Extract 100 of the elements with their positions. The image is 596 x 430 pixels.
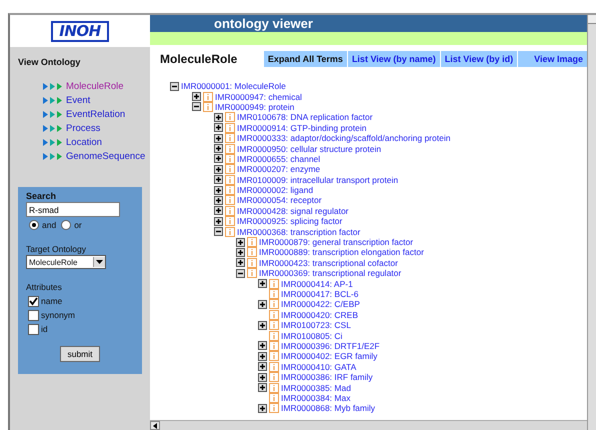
- vertical-scrollbar[interactable]: [587, 15, 596, 430]
- triple-arrow-icon: [42, 96, 64, 104]
- logo[interactable]: INOH: [51, 20, 109, 42]
- expand-icon[interactable]: [214, 186, 223, 195]
- triple-arrow-icon: [42, 138, 64, 146]
- expand-icon[interactable]: [236, 248, 245, 257]
- expand-icon[interactable]: [236, 258, 245, 268]
- tree-link[interactable]: IMR0000369: transcriptional regulator: [259, 268, 402, 278]
- tree-link[interactable]: IMR0000925: splicing factor: [237, 216, 342, 226]
- tree-link[interactable]: IMR0100009: intracellular transport protein: [237, 174, 398, 185]
- expand-icon[interactable]: [258, 279, 267, 288]
- expand-icon[interactable]: [214, 154, 223, 164]
- tree-link[interactable]: IMR0000368: transcription factor: [237, 226, 360, 237]
- page-title: ontology viewer: [214, 16, 313, 31]
- tree-link[interactable]: IMR0000655: channel: [237, 154, 320, 164]
- expand-icon[interactable]: [258, 352, 267, 361]
- sidebar-link[interactable]: MoleculeRole: [66, 80, 124, 92]
- expand-icon[interactable]: [214, 164, 223, 174]
- checkbox-label: id: [41, 324, 48, 334]
- tree-link[interactable]: IMR0000333: adaptor/docking/scaffold/anchoring protein: [237, 133, 450, 144]
- tree-link[interactable]: IMR0000422: C/EBP: [281, 299, 360, 310]
- submit-button[interactable]: submit: [60, 346, 100, 362]
- expand-icon[interactable]: [258, 341, 267, 350]
- ontology-dropdown[interactable]: MoleculeRole: [26, 255, 106, 269]
- collapse-icon[interactable]: [236, 268, 245, 278]
- collapse-icon[interactable]: [192, 102, 201, 112]
- triple-arrow-icon: [42, 110, 64, 118]
- expand-icon[interactable]: [214, 112, 223, 122]
- radio-label: or: [74, 220, 82, 230]
- tree-link[interactable]: IMR0000002: ligand: [237, 185, 314, 196]
- target-label: Target Ontology: [26, 244, 88, 254]
- expand-icon[interactable]: [258, 362, 267, 372]
- triple-arrow-icon: [42, 152, 64, 160]
- expand-icon[interactable]: [214, 216, 223, 226]
- checkbox[interactable]: [28, 310, 39, 320]
- expand-icon[interactable]: [258, 383, 267, 392]
- tree-link[interactable]: IMR0000947: chemical: [215, 92, 302, 102]
- expand-icon[interactable]: [258, 372, 267, 382]
- scroll-left-icon[interactable]: [153, 422, 157, 428]
- expand-icon[interactable]: [214, 144, 223, 154]
- sidebar-link[interactable]: Event: [66, 94, 90, 106]
- expand-icon[interactable]: [214, 175, 223, 184]
- radio-button[interactable]: [29, 220, 39, 230]
- tree-link[interactable]: IMR0000207: enzyme: [237, 164, 320, 174]
- checkbox[interactable]: [28, 324, 39, 334]
- tree-link[interactable]: IMR0000889: transcription elongation factor: [259, 247, 424, 258]
- search-title: Search: [26, 191, 58, 201]
- tree-link[interactable]: IMR0000054: receptor: [237, 195, 322, 206]
- checkbox-label: synonym: [41, 310, 76, 320]
- sidebar-link[interactable]: Location: [66, 136, 102, 148]
- tree-link[interactable]: IMR0100723: CSL: [281, 320, 351, 330]
- search-field[interactable]: R-smad: [26, 202, 120, 217]
- tree-link[interactable]: IMR0000428: signal regulator: [237, 206, 349, 216]
- expand-icon[interactable]: [214, 123, 223, 132]
- expand-icon[interactable]: [236, 238, 245, 247]
- tree-link[interactable]: IMR0000417: BCL-6: [281, 289, 358, 299]
- tree-link[interactable]: IMR0000410: GATA: [281, 362, 356, 372]
- tree-link[interactable]: IMR0000868: Myb family: [281, 403, 376, 414]
- sidebar-link[interactable]: GenomeSequence: [66, 150, 146, 162]
- expand-icon[interactable]: [214, 196, 223, 205]
- radio-label: and: [42, 220, 56, 230]
- sidebar-link[interactable]: Process: [66, 122, 100, 134]
- action-link[interactable]: Expand All Terms: [264, 51, 347, 67]
- expand-icon[interactable]: [258, 320, 267, 330]
- triple-arrow-icon: [42, 82, 64, 90]
- expand-icon[interactable]: [192, 92, 201, 102]
- expand-icon[interactable]: [258, 404, 267, 413]
- horizontal-scrollbar[interactable]: [150, 420, 587, 430]
- action-link[interactable]: List View (by id): [440, 51, 518, 67]
- tree-link[interactable]: IMR0000950: cellular structure protein: [237, 144, 382, 154]
- section-title: MoleculeRole: [160, 52, 238, 66]
- tree-link[interactable]: IMR0000384: Max: [281, 392, 350, 403]
- expand-icon[interactable]: [214, 206, 223, 216]
- tree-link[interactable]: IMR0000001: MoleculeRole: [181, 81, 286, 92]
- tree-link[interactable]: IMR0000420: CREB: [281, 310, 358, 320]
- tree-link[interactable]: IMR0100678: DNA replication factor: [237, 112, 373, 122]
- triple-arrow-icon: [42, 124, 64, 132]
- radio-button[interactable]: [61, 220, 72, 230]
- tree-link[interactable]: IMR0000402: EGR family: [281, 351, 378, 362]
- collapse-icon[interactable]: [214, 227, 223, 236]
- tree-link[interactable]: IMR0000386: IRF family: [281, 372, 373, 382]
- tree-link[interactable]: IMR0000414: AP-1: [281, 278, 353, 289]
- action-link[interactable]: View Image: [518, 51, 587, 67]
- tree-link[interactable]: IMR0000879: general transcription factor: [259, 237, 414, 248]
- tree-link[interactable]: IMR0000914: GTP-binding protein: [237, 122, 366, 133]
- checkbox[interactable]: [28, 296, 39, 306]
- expand-icon[interactable]: [214, 134, 223, 143]
- tree-link[interactable]: IMR0000385: Mad: [281, 382, 351, 393]
- sidebar-heading: View Ontology: [17, 57, 82, 67]
- tree-link[interactable]: IMR0100805: Ci: [281, 330, 342, 341]
- expand-icon[interactable]: [258, 300, 267, 309]
- checkbox-label: name: [41, 296, 62, 306]
- tree-link[interactable]: IMR0000396: DRTF1/E2F: [281, 340, 380, 351]
- tree-link[interactable]: IMR0000423: transcriptional cofactor: [259, 258, 398, 268]
- collapse-icon[interactable]: [170, 82, 179, 91]
- dropdown-arrow-icon[interactable]: [96, 260, 103, 264]
- tree-link[interactable]: IMR0000949: protein: [215, 102, 294, 112]
- sidebar-link[interactable]: EventRelation: [66, 108, 126, 120]
- action-link[interactable]: List View (by name): [348, 51, 440, 67]
- attributes-label: Attributes: [26, 282, 63, 292]
